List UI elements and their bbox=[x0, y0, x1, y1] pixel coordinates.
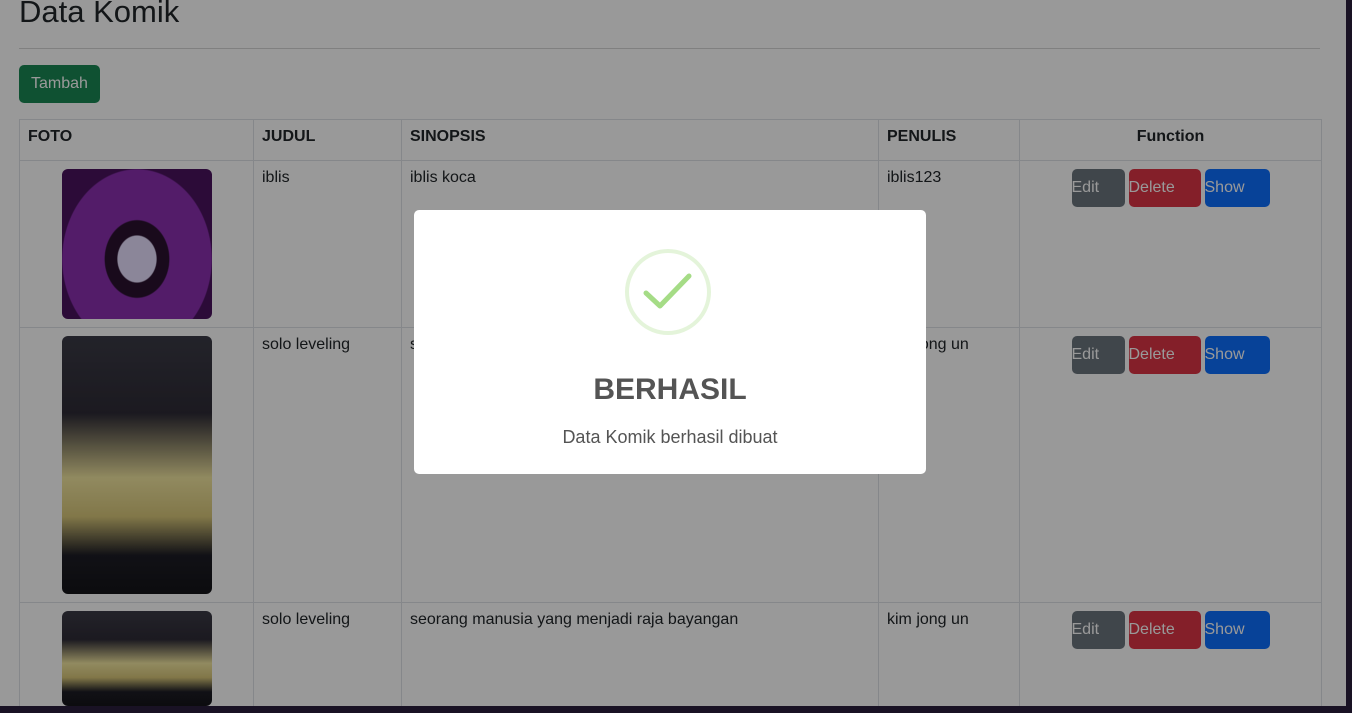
success-modal: BERHASIL Data Komik berhasil dibuat bbox=[414, 210, 926, 474]
modal-title: BERHASIL bbox=[593, 373, 747, 406]
check-icon bbox=[625, 249, 711, 335]
modal-text: Data Komik berhasil dibuat bbox=[562, 427, 778, 447]
